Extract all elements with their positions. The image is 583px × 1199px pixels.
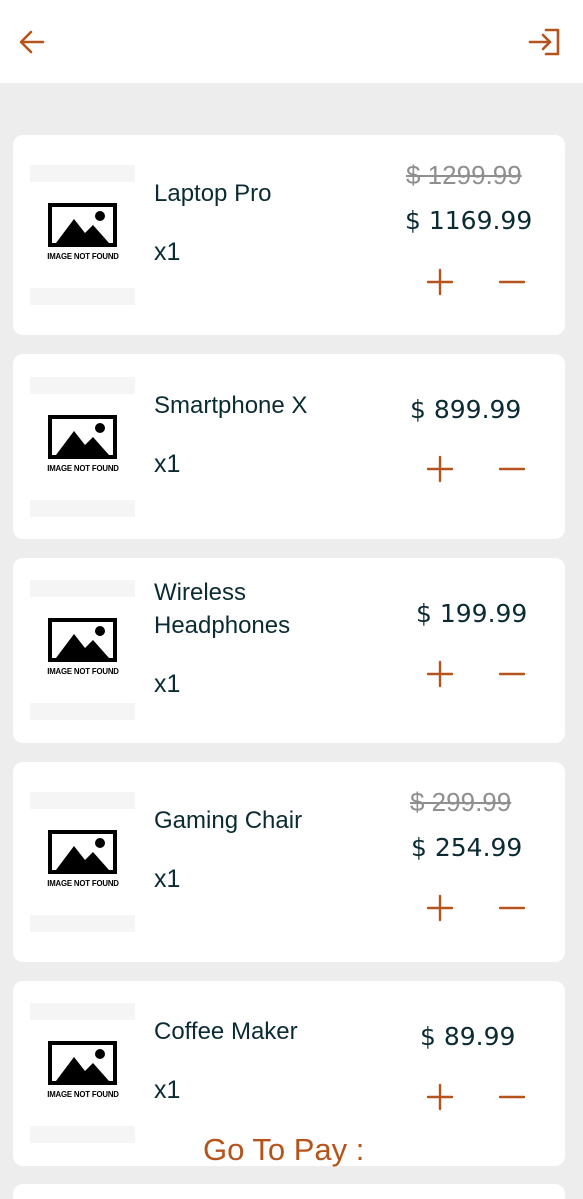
product-image: IMAGE NOT FOUND	[30, 1003, 135, 1143]
product-quantity: x1	[154, 670, 181, 698]
sign-in-icon[interactable]	[524, 22, 564, 62]
original-price: $ 299.99	[410, 787, 512, 817]
image-not-found-text: IMAGE NOT FOUND	[47, 1089, 119, 1099]
product-quantity: x1	[154, 865, 181, 893]
product-name: Gaming Chair	[154, 807, 303, 834]
image-not-found-icon: IMAGE NOT FOUND	[43, 830, 123, 888]
image-not-found-icon: IMAGE NOT FOUND	[43, 618, 123, 676]
cart-item-card: IMAGE NOT FOUND Gaming Chair x1 $ 299.99…	[13, 762, 565, 962]
top-app-bar	[0, 0, 583, 83]
product-image: IMAGE NOT FOUND	[30, 580, 135, 720]
image-not-found-text: IMAGE NOT FOUND	[47, 251, 119, 261]
plus-icon[interactable]	[425, 659, 455, 689]
product-quantity: x1	[154, 450, 181, 478]
product-name: Smartphone X	[154, 392, 308, 419]
product-image: IMAGE NOT FOUND	[30, 165, 135, 305]
product-image: IMAGE NOT FOUND	[30, 792, 135, 932]
cart-item-card: IMAGE NOT FOUND Wireless Headphones x1 $…	[13, 558, 565, 743]
product-name: Laptop Pro	[154, 180, 272, 207]
original-price: $ 1299.99	[406, 160, 522, 190]
image-not-found-icon: IMAGE NOT FOUND	[43, 415, 123, 473]
go-to-pay-button[interactable]: Go To Pay :	[203, 1132, 364, 1168]
product-price: $ 1169.99	[405, 206, 533, 235]
arrow-left-icon[interactable]	[12, 22, 52, 62]
image-not-found-icon: IMAGE NOT FOUND	[43, 1041, 123, 1099]
product-quantity: x1	[154, 238, 181, 266]
plus-icon[interactable]	[425, 893, 455, 923]
product-name: Coffee Maker	[154, 1018, 298, 1045]
product-image: IMAGE NOT FOUND	[30, 377, 135, 517]
product-price: $ 899.99	[410, 395, 522, 424]
product-name: Wireless Headphones	[154, 579, 291, 639]
image-not-found-text: IMAGE NOT FOUND	[47, 666, 119, 676]
minus-icon[interactable]	[497, 1082, 527, 1112]
product-price: $ 199.99	[416, 599, 528, 628]
product-price: $ 254.99	[411, 833, 523, 862]
minus-icon[interactable]	[497, 267, 527, 297]
plus-icon[interactable]	[425, 267, 455, 297]
cart-item-card: IMAGE NOT FOUND Smartphone X x1 $ 899.99	[13, 354, 565, 539]
minus-icon[interactable]	[497, 659, 527, 689]
image-not-found-icon: IMAGE NOT FOUND	[43, 203, 123, 261]
product-quantity: x1	[154, 1076, 181, 1104]
cart-item-card: IMAGE NOT FOUND Laptop Pro x1 $ 1299.99 …	[13, 135, 565, 335]
plus-icon[interactable]	[425, 454, 455, 484]
payment-card	[13, 1184, 565, 1199]
minus-icon[interactable]	[497, 454, 527, 484]
minus-icon[interactable]	[497, 893, 527, 923]
image-not-found-text: IMAGE NOT FOUND	[47, 878, 119, 888]
plus-icon[interactable]	[425, 1082, 455, 1112]
product-price: $ 89.99	[420, 1022, 516, 1051]
image-not-found-text: IMAGE NOT FOUND	[47, 463, 119, 473]
